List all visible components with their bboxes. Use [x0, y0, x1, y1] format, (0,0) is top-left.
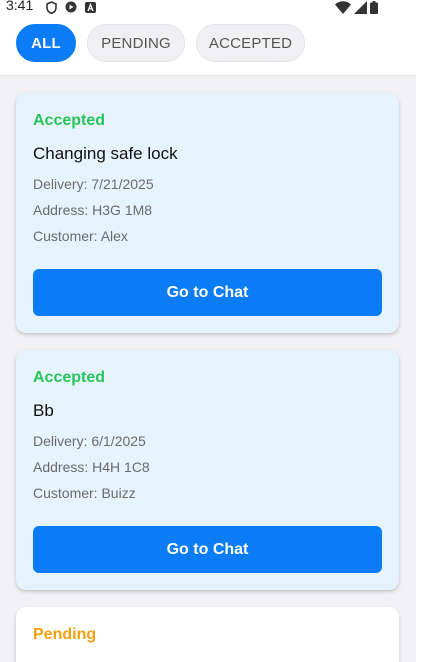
shield-icon: [46, 0, 57, 14]
request-status: Accepted: [33, 112, 106, 129]
system-status-bar: 3:41: [0, 0, 416, 14]
request-title: Bb: [33, 401, 54, 420]
filter-chip-accepted[interactable]: ACCEPTED: [196, 24, 305, 62]
wifi-icon: [335, 0, 351, 14]
play-protect-icon: [65, 1, 77, 13]
request-status: Accepted: [33, 369, 106, 386]
request-status: Pending: [33, 626, 97, 643]
go-to-chat-button[interactable]: Go to Chat: [33, 526, 382, 573]
request-delivery-date: Delivery: 6/1/2025: [33, 433, 146, 449]
request-title: Changing safe lock: [33, 144, 178, 163]
request-address: Address: H4H 1C8: [33, 459, 150, 475]
status-left-icons: [46, 0, 96, 14]
a-app-icon: [85, 1, 96, 13]
request-customer: Customer: Buizz: [33, 485, 136, 501]
app-screen: 3:41 ALL PENDING ACCEPTED Accepted Chang…: [0, 0, 416, 662]
request-card: Accepted Bb Delivery: 6/1/2025 Address: …: [16, 350, 399, 590]
filter-bar: ALL PENDING ACCEPTED: [0, 12, 416, 76]
filter-chip-pending[interactable]: PENDING: [87, 24, 185, 62]
screen-edge: [416, 0, 424, 662]
status-right-icons: [335, 0, 378, 14]
go-to-chat-button[interactable]: Go to Chat: [33, 269, 382, 316]
request-card: Pending: [16, 607, 399, 662]
filter-chip-all[interactable]: ALL: [16, 24, 76, 62]
signal-icon: [354, 0, 367, 14]
status-time: 3:41: [6, 0, 34, 13]
request-card: Accepted Changing safe lock Delivery: 7/…: [16, 93, 399, 333]
battery-icon: [370, 0, 378, 14]
request-address: Address: H3G 1M8: [33, 202, 153, 218]
request-customer: Customer: Alex: [33, 228, 128, 244]
request-delivery-date: Delivery: 7/21/2025: [33, 176, 154, 192]
